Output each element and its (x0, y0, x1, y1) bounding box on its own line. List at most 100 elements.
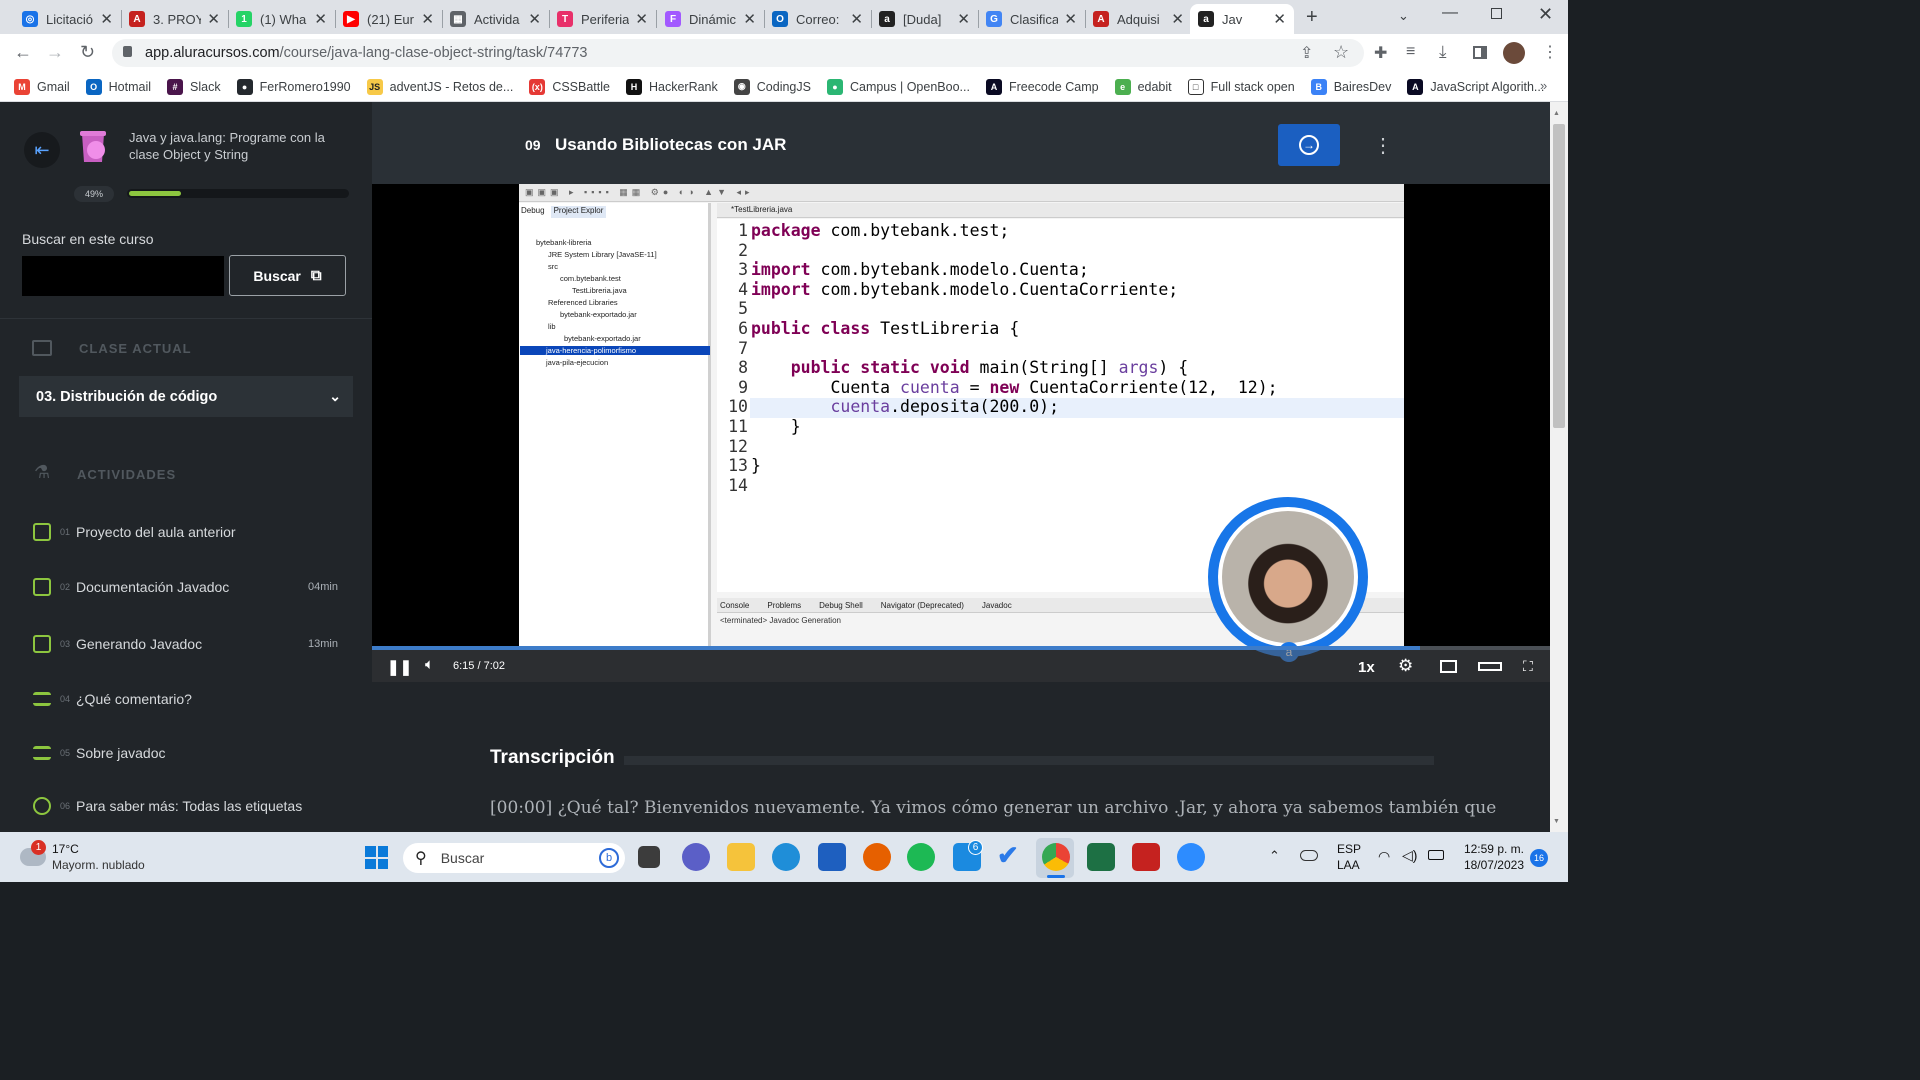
close-tab-icon[interactable]: ✕ (314, 10, 327, 28)
close-tab-icon[interactable]: ✕ (100, 10, 113, 28)
bookmark-item[interactable]: e edabit (1114, 78, 1172, 95)
download-icon[interactable]: ⤓ (1439, 42, 1447, 62)
wifi-icon[interactable]: ◠ (1378, 848, 1390, 865)
share-icon[interactable]: ⇪ (1300, 43, 1313, 63)
browser-tab[interactable]: a Jav ✕ (1190, 4, 1294, 34)
spotify-icon[interactable] (907, 843, 935, 871)
browser-tab[interactable]: ◎ Licitació ✕ (14, 4, 121, 34)
clock-time[interactable]: 12:59 p. m. (1460, 842, 1524, 856)
scroll-up-icon[interactable]: ▲ (1553, 110, 1560, 117)
scroll-thumb[interactable] (1553, 124, 1565, 428)
theater-mode-icon[interactable] (1478, 662, 1502, 671)
fullscreen-icon[interactable]: ⛶ (1523, 658, 1533, 675)
close-window-icon[interactable]: ✕ (1538, 4, 1553, 25)
bookmark-item[interactable]: M Gmail (14, 78, 70, 95)
browser-tab[interactable]: O Correo: ✕ (764, 4, 871, 34)
edge-icon[interactable] (772, 843, 800, 871)
lock-icon[interactable] (123, 46, 132, 57)
activity-item[interactable]: 06 Para saber más: Todas las etiquetas (0, 780, 372, 832)
close-tab-icon[interactable]: ✕ (1064, 10, 1077, 28)
browser-tab[interactable]: G Clasifica ✕ (978, 4, 1085, 34)
page-scrollbar[interactable]: ▲ ▼ (1550, 102, 1568, 832)
bookmark-item[interactable]: O Hotmail (85, 78, 151, 95)
back-icon[interactable]: ← (14, 42, 32, 63)
picture-in-picture-icon[interactable] (1440, 660, 1457, 673)
profile-avatar[interactable] (1503, 42, 1525, 64)
todo-check-icon[interactable]: ✔ (997, 840, 1025, 870)
browser-tab[interactable]: 1 (1) Wha ✕ (228, 4, 335, 34)
close-tab-icon[interactable]: ✕ (743, 10, 756, 28)
bookmark-item[interactable]: JS adventJS - Retos de... (366, 78, 513, 95)
bookmark-item[interactable]: □ Full stack open (1187, 78, 1295, 95)
activity-item[interactable]: 03 Generando Javadoc 13min (0, 618, 372, 670)
menu-icon[interactable]: ⋮ (1542, 42, 1558, 62)
bookmark-item[interactable]: H HackerRank (625, 78, 718, 95)
new-tab-button[interactable]: + (1306, 6, 1318, 29)
activity-item[interactable]: 05 Sobre javadoc (0, 727, 372, 779)
windows-start-icon[interactable] (365, 846, 388, 869)
bookmark-item[interactable]: (x) CSSBattle (529, 78, 610, 95)
next-task-button[interactable]: → (1278, 124, 1340, 166)
speaker-icon[interactable]: ◁) (1402, 847, 1417, 864)
pause-icon[interactable]: ❚❚ (387, 658, 412, 676)
language-bottom[interactable]: LAA (1337, 858, 1360, 872)
bookmark-item[interactable]: ◉ CodingJS (733, 78, 811, 95)
task-view-icon[interactable] (638, 846, 660, 868)
browser-tab[interactable]: a [Duda] ✕ (871, 4, 978, 34)
tab-search-icon[interactable]: ⌄ (1398, 8, 1409, 24)
excel-icon[interactable] (1087, 843, 1115, 871)
activity-item[interactable]: 01 Proyecto del aula anterior (0, 506, 372, 558)
bookmark-item[interactable]: # Slack (167, 78, 221, 95)
more-bookmarks-icon[interactable]: » (1540, 78, 1547, 93)
close-tab-icon[interactable]: ✕ (1273, 10, 1286, 28)
more-options-icon[interactable]: ⋮ (1373, 133, 1393, 158)
bookmark-star-icon[interactable]: ☆ (1333, 42, 1349, 63)
bookmark-item[interactable]: B BairesDev (1310, 78, 1391, 95)
bookmark-item[interactable]: ● FerRomero1990 (236, 78, 351, 95)
forward-icon[interactable]: → (46, 42, 64, 63)
settings-gear-icon[interactable]: ⚙ (1398, 656, 1413, 676)
browser-tab[interactable]: F Dinámic ✕ (657, 4, 764, 34)
bookmark-item[interactable]: A JavaScript Algorith... (1407, 78, 1544, 95)
browser-tab[interactable]: A 3. PROY ✕ (121, 4, 228, 34)
extensions-icon[interactable]: ✚ (1374, 43, 1387, 63)
bookmark-item[interactable]: ● Campus | OpenBoo... (826, 78, 970, 95)
notification-badge[interactable]: 16 (1530, 849, 1548, 867)
language-top[interactable]: ESP (1337, 842, 1361, 856)
bookmark-item[interactable]: A Freecode Camp (985, 78, 1099, 95)
store-icon[interactable] (818, 843, 846, 871)
scroll-down-icon[interactable]: ▼ (1553, 818, 1560, 825)
browser-tab[interactable]: ▶ (21) Eur ✕ (335, 4, 442, 34)
course-search-input[interactable] (22, 256, 224, 296)
close-tab-icon[interactable]: ✕ (635, 10, 648, 28)
acrobat-icon[interactable] (1132, 843, 1160, 871)
activity-item[interactable]: 02 Documentación Javadoc 04min (0, 561, 372, 613)
close-tab-icon[interactable]: ✕ (850, 10, 863, 28)
close-tab-icon[interactable]: ✕ (528, 10, 541, 28)
chrome-icon[interactable] (1042, 843, 1070, 871)
activity-item[interactable]: 04 ¿Qué comentario? (0, 673, 372, 725)
media-control-icon[interactable]: ≡ (1406, 43, 1415, 61)
maximize-icon[interactable] (1491, 8, 1502, 19)
clock-date[interactable]: 18/07/2023 (1458, 858, 1524, 872)
minimize-icon[interactable]: — (1442, 4, 1458, 22)
search-button[interactable]: Buscar ⧉ (229, 255, 346, 296)
taskbar-search[interactable]: ⚲ Buscar b (403, 843, 625, 873)
close-tab-icon[interactable]: ✕ (421, 10, 434, 28)
side-panel-icon[interactable] (1473, 46, 1487, 59)
browser-tab[interactable]: T Periferia ✕ (549, 4, 656, 34)
collapse-sidebar-icon[interactable]: ⇤ (24, 132, 60, 168)
file-explorer-icon[interactable] (727, 843, 755, 871)
volume-icon[interactable]: 🔈︎ (425, 656, 434, 673)
close-tab-icon[interactable]: ✕ (1171, 10, 1184, 28)
reload-icon[interactable]: ↻ (80, 42, 95, 63)
browser-tab[interactable]: ▦ Activida ✕ (442, 4, 549, 34)
show-hidden-icons[interactable]: ⌃ (1269, 848, 1280, 864)
close-tab-icon[interactable]: ✕ (207, 10, 220, 28)
firefox-icon[interactable] (863, 843, 891, 871)
teams-chat-icon[interactable] (682, 843, 710, 871)
zoom-icon[interactable] (1177, 843, 1205, 871)
current-lesson-select[interactable]: 03. Distribución de código ⌄ (19, 376, 353, 417)
battery-icon[interactable] (1428, 850, 1444, 860)
playback-speed-button[interactable]: 1x (1358, 659, 1375, 676)
